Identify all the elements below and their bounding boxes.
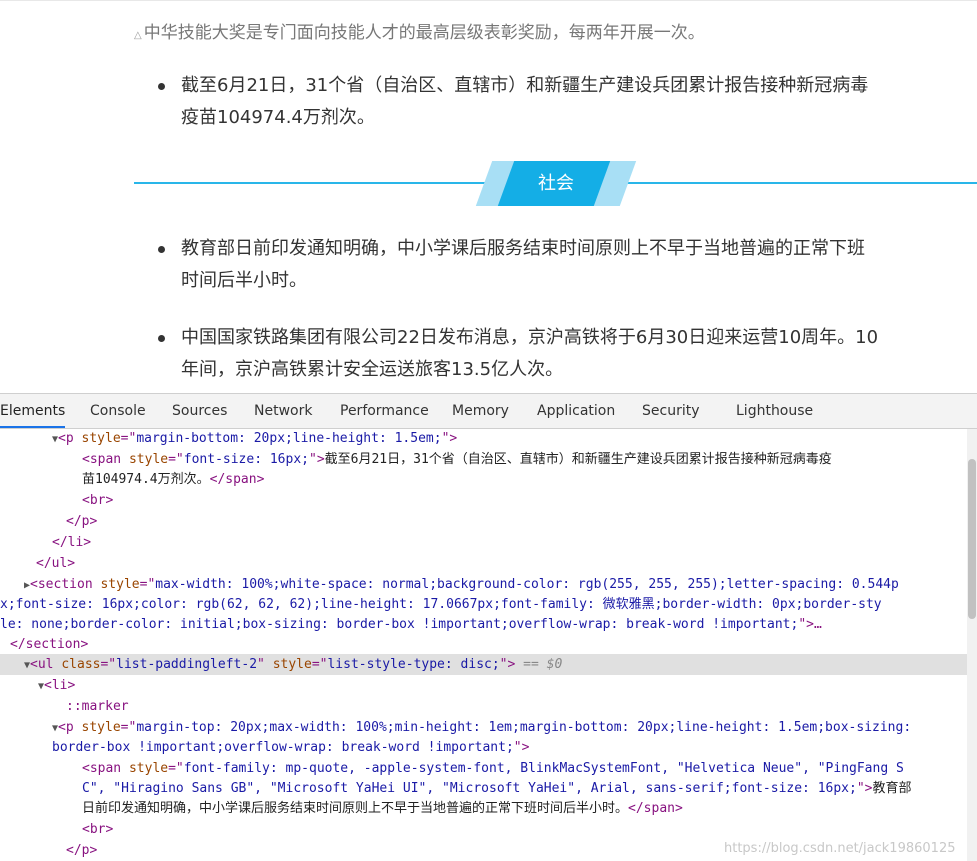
tab-application[interactable]: Application	[537, 394, 615, 428]
tab-lighthouse[interactable]: Lighthouse	[736, 394, 813, 428]
dom-node-p[interactable]: ▼<p style="margin-top: 20px;max-width: 1…	[52, 718, 911, 738]
dom-attr-continued: border-box !important;overflow-wrap: bre…	[52, 740, 530, 755]
list-item: 教育部日前印发通知明确，中小学课后服务结束时间原则上不早于当地普遍的正常下班 时…	[158, 233, 977, 297]
list-item-text: 教育部日前印发通知明确，中小学课后服务结束时间原则上不早于当地普遍的正常下班 时…	[181, 238, 865, 291]
selected-node-marker: == $0	[523, 657, 563, 672]
scrollbar[interactable]	[967, 429, 977, 861]
tab-elements[interactable]: Elements	[0, 394, 66, 428]
dom-node-br[interactable]: <br>	[82, 820, 113, 840]
section-banner: 社会	[134, 160, 977, 208]
triangle-icon: △	[134, 30, 142, 41]
tab-console[interactable]: Console	[90, 394, 146, 428]
dom-attr-continued: C", "Hiragino Sans GB", "Microsoft YaHei…	[82, 781, 912, 796]
dom-pseudo-marker[interactable]: ::marker	[66, 697, 129, 717]
list-item-text: 中国国家铁路集团有限公司22日发布消息，京沪高铁将于6月30日迎来运营10周年。…	[181, 327, 879, 380]
dom-text[interactable]: 日前印发通知明确，中小学课后服务结束时间原则上不早于当地普遍的正常下班时间后半小…	[82, 799, 683, 819]
dom-close-li[interactable]: </li>	[52, 533, 91, 553]
watermark: https://blog.csdn.net/jack19860125	[724, 841, 956, 856]
award-note-text: 中华技能大奖是专门面向技能人才的最高层级表彰奖励，每两年开展一次。	[143, 23, 705, 43]
tab-security[interactable]: Security	[642, 394, 700, 428]
devtools-panel: Elements Console Sources Network Perform…	[0, 393, 977, 861]
bullet-icon	[158, 83, 165, 90]
dom-node-br[interactable]: <br>	[82, 491, 113, 511]
dom-attr-continued: le: none;border-color: initial;box-sizin…	[0, 617, 822, 632]
article-view: △ 中华技能大奖是专门面向技能人才的最高层级表彰奖励，每两年开展一次。 截至6月2…	[0, 0, 977, 393]
tab-sources[interactable]: Sources	[172, 394, 227, 428]
dom-node-span[interactable]: <span style="font-family: mp-quote, -app…	[82, 759, 904, 779]
dom-close-ul[interactable]: </ul>	[36, 554, 75, 574]
dom-node-p[interactable]: ▼<p style="margin-bottom: 20px;line-heig…	[52, 429, 457, 449]
award-note: △ 中华技能大奖是专门面向技能人才的最高层级表彰奖励，每两年开展一次。	[134, 18, 705, 43]
tab-network[interactable]: Network	[254, 394, 312, 428]
list-item: 截至6月21日，31个省（自治区、直辖市）和新疆生产建设兵团累计报告接种新冠病毒…	[158, 70, 977, 134]
dom-close-p[interactable]: </p>	[66, 841, 97, 861]
divider	[0, 0, 977, 1]
tab-memory[interactable]: Memory	[452, 394, 509, 428]
dom-node-span[interactable]: <span style="font-size: 16px;">截至6月21日，3…	[82, 450, 832, 470]
list-item-text: 截至6月21日，31个省（自治区、直辖市）和新疆生产建设兵团累计报告接种新冠病毒…	[181, 75, 869, 128]
dom-close-p[interactable]: </p>	[66, 512, 97, 532]
dom-close-section[interactable]: </section>	[10, 635, 88, 655]
bullet-icon	[158, 335, 165, 342]
dom-node-ul-selected[interactable]: ▼<ul class="list-paddingleft-2" style="l…	[24, 655, 562, 675]
dom-text[interactable]: 苗104974.4万剂次。</span>	[82, 470, 264, 490]
dom-node-section[interactable]: ▶<section style="max-width: 100%;white-s…	[24, 575, 899, 595]
scrollbar-thumb[interactable]	[968, 459, 976, 619]
devtools-tabbar: Elements Console Sources Network Perform…	[0, 394, 977, 429]
dom-node-li[interactable]: ▼<li>	[38, 676, 75, 696]
list-item: 中国国家铁路集团有限公司22日发布消息，京沪高铁将于6月30日迎来运营10周年。…	[158, 322, 977, 386]
section-title: 社会	[538, 173, 574, 194]
dom-attr-continued: x;font-size: 16px;color: rgb(62, 62, 62)…	[0, 597, 882, 612]
bullet-icon	[158, 246, 165, 253]
tab-performance[interactable]: Performance	[340, 394, 429, 428]
dom-tree: ▼<p style="margin-bottom: 20px;line-heig…	[0, 429, 967, 861]
